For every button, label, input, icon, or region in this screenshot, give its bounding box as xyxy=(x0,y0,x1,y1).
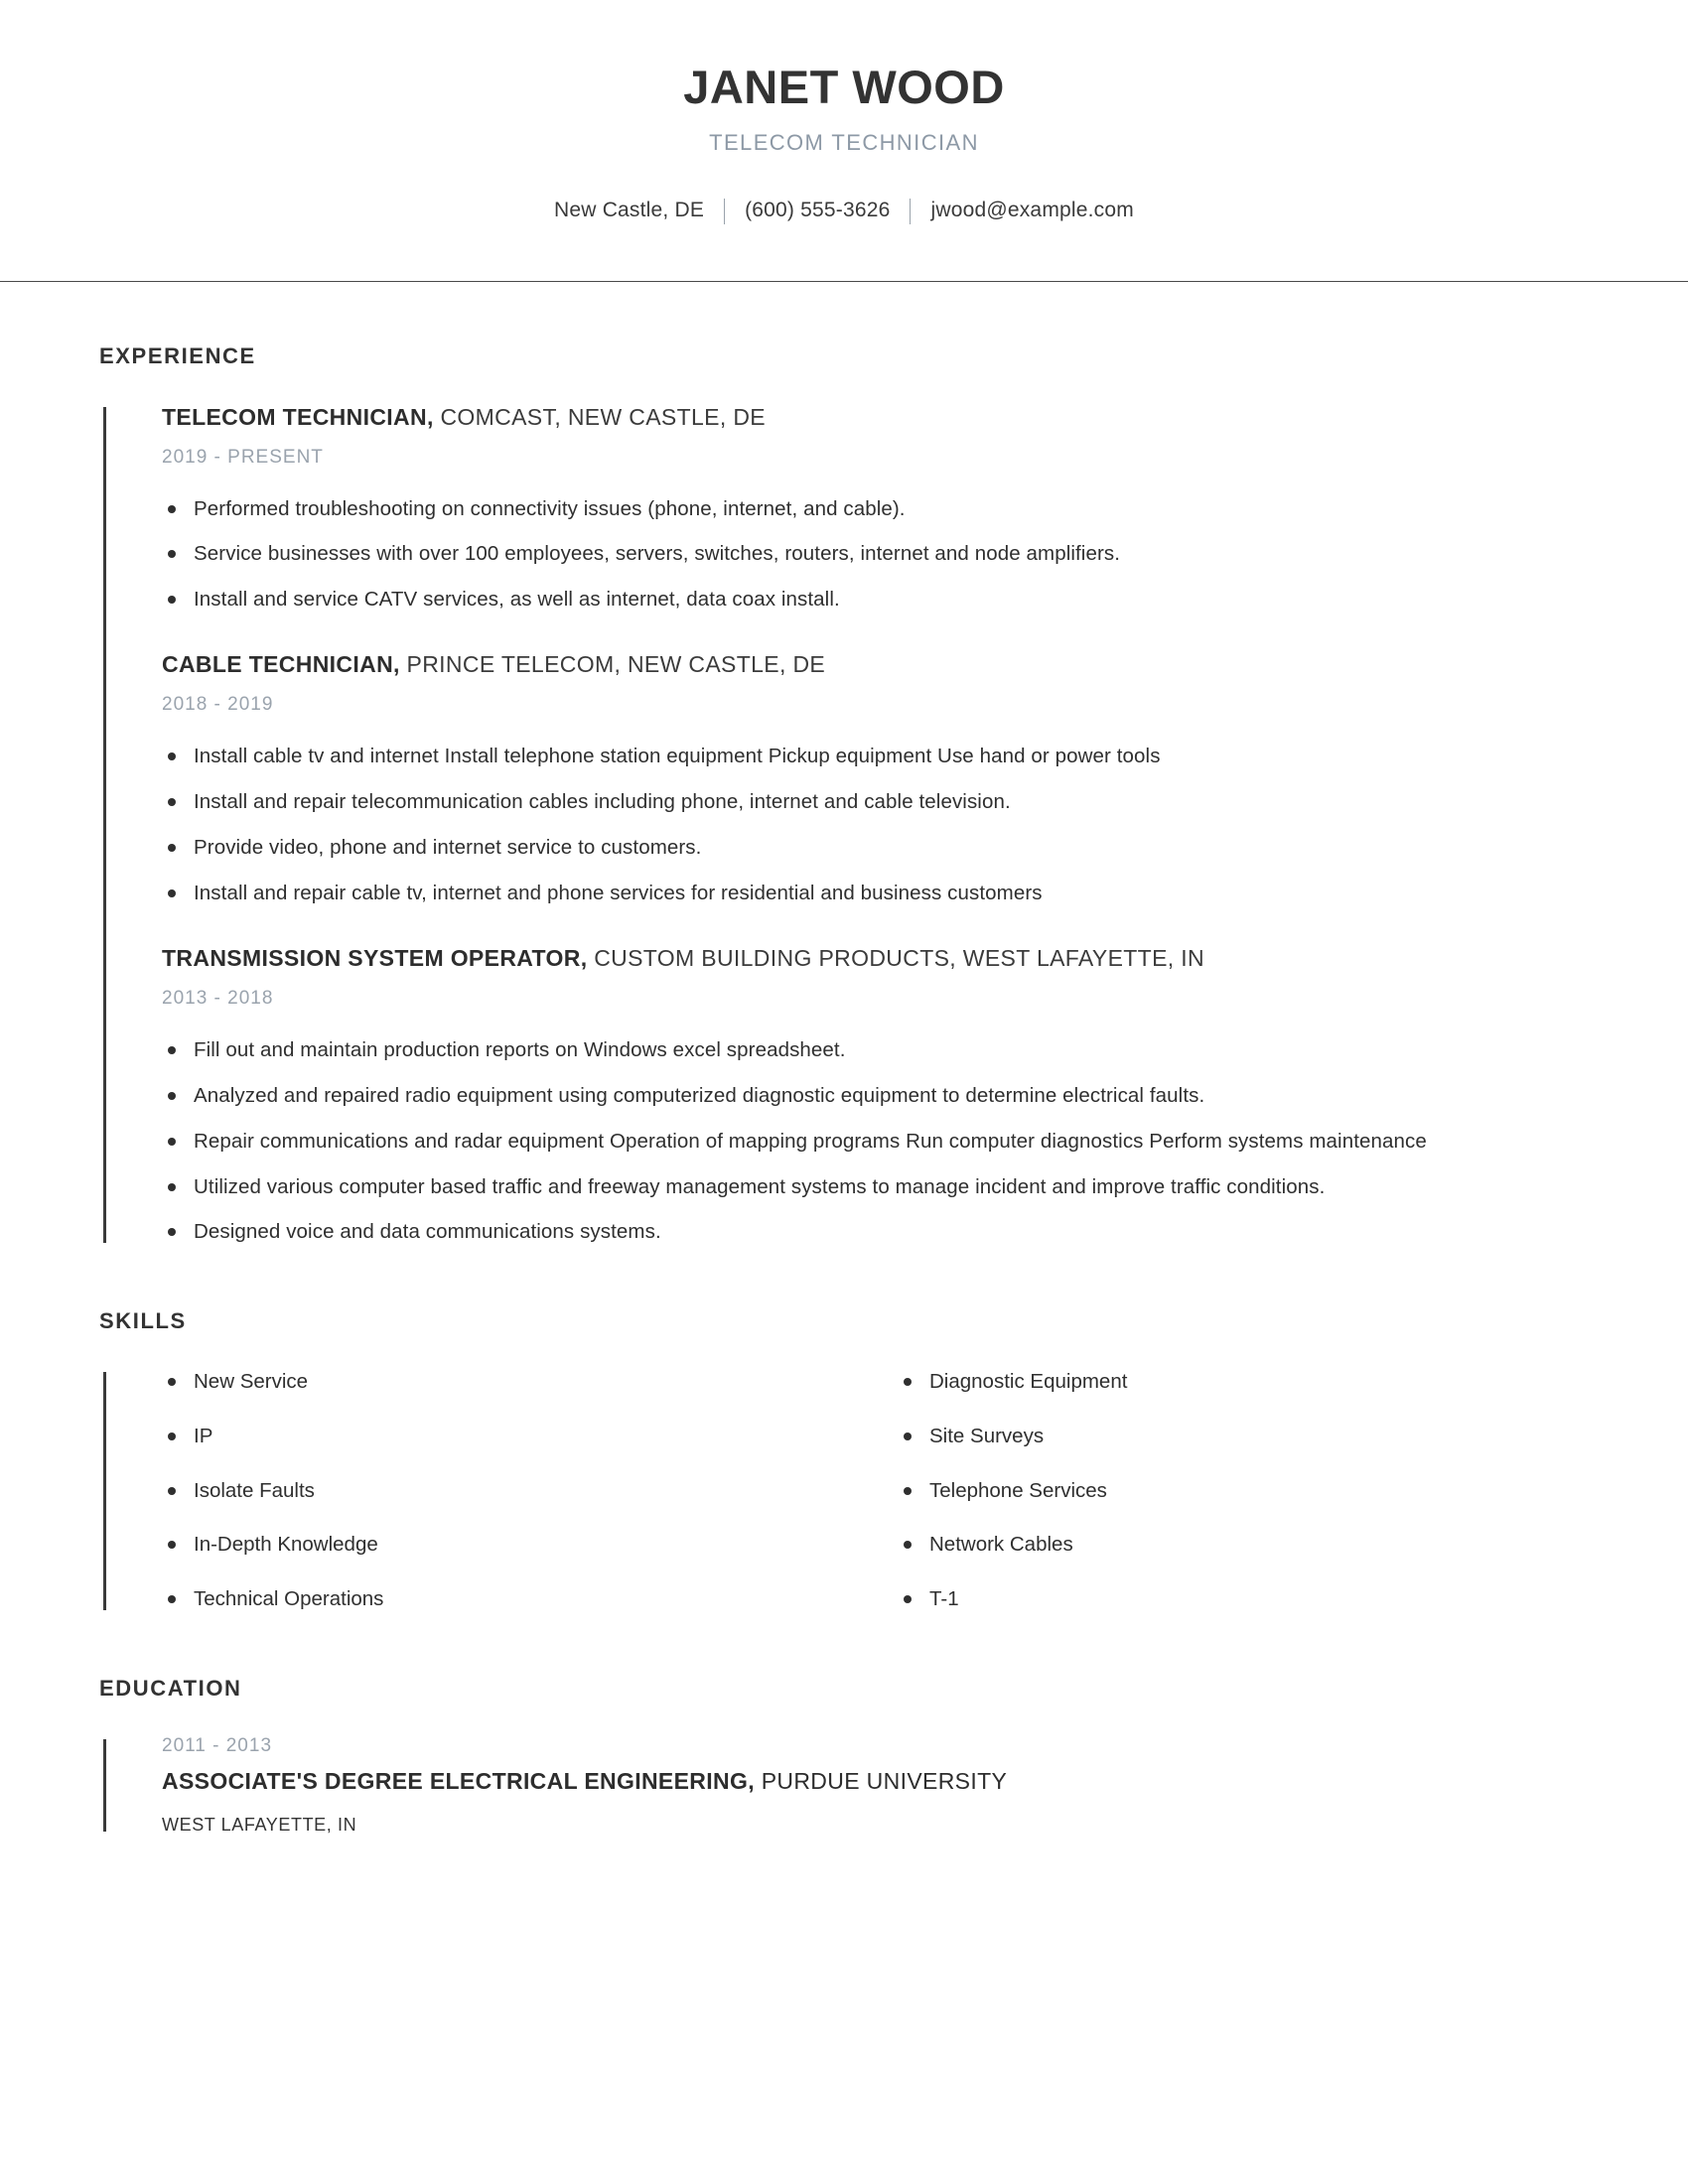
contact-phone[interactable]: (600) 555-3626 xyxy=(745,199,890,222)
section-title-experience: EXPERIENCE xyxy=(99,342,256,368)
skill-item: T-1 xyxy=(898,1585,1594,1614)
resume-header: JANET WOOD TELECOM TECHNICIAN New Castle… xyxy=(0,0,1688,282)
contact-line: New Castle, DE (600) 555-3626 jwood@exam… xyxy=(0,198,1688,224)
skill-item: Diagnostic Equipment xyxy=(898,1368,1594,1397)
job-org: COMCAST, NEW CASTLE, DE xyxy=(433,403,766,430)
skill-item: Telephone Services xyxy=(898,1477,1594,1506)
experience-group: TELECOM TECHNICIAN, COMCAST, NEW CASTLE,… xyxy=(99,403,1594,1248)
job-bullet: Repair communications and radar equipmen… xyxy=(162,1127,1594,1157)
job-role: TELECOM TECHNICIAN, xyxy=(162,403,434,430)
job-bullet: Install and repair telecommunication cab… xyxy=(162,787,1594,817)
job-bullet: Service businesses with over 100 employe… xyxy=(162,539,1594,569)
contact-separator-icon xyxy=(910,198,912,224)
section-skills: SKILLS New Service IP Isolate Faults In-… xyxy=(99,1308,1594,1613)
contact-location: New Castle, DE xyxy=(554,198,705,221)
experience-entry: TELECOM TECHNICIAN, COMCAST, NEW CASTLE,… xyxy=(162,403,1594,615)
contact-separator-icon xyxy=(724,198,726,224)
skill-item: IP xyxy=(162,1423,858,1451)
job-bullet: Install cable tv and internet Install te… xyxy=(162,742,1594,771)
job-bullet: Provide video, phone and internet servic… xyxy=(162,833,1594,863)
job-org: CUSTOM BUILDING PRODUCTS, WEST LAFAYETTE… xyxy=(587,944,1204,971)
education-heading: ASSOCIATE'S DEGREE ELECTRICAL ENGINEERIN… xyxy=(162,1767,1594,1797)
skill-item: Network Cables xyxy=(898,1531,1594,1560)
job-dates: 2019 - PRESENT xyxy=(162,446,324,468)
header-divider xyxy=(0,280,1688,282)
job-bullet: Fill out and maintain production reports… xyxy=(162,1035,1594,1065)
skills-grid: New Service IP Isolate Faults In-Depth K… xyxy=(162,1368,1594,1613)
job-bullet: Designed voice and data communications s… xyxy=(162,1217,1594,1247)
job-bullet-list: Install cable tv and internet Install te… xyxy=(162,742,1594,908)
contact-email[interactable]: jwood@example.com xyxy=(930,199,1133,222)
resume-body: EXPERIENCE TELECOM TECHNICIAN, COMCAST, … xyxy=(0,343,1688,1836)
education-entry: 2011 - 2013 ASSOCIATE'S DEGREE ELECTRICA… xyxy=(162,1735,1594,1836)
job-heading: TELECOM TECHNICIAN, COMCAST, NEW CASTLE,… xyxy=(162,403,1594,433)
job-org: PRINCE TELECOM, NEW CASTLE, DE xyxy=(399,651,826,678)
section-title-education: EDUCATION xyxy=(99,1675,242,1701)
experience-entry: TRANSMISSION SYSTEM OPERATOR, CUSTOM BUI… xyxy=(162,944,1594,1248)
job-bullet: Install and repair cable tv, internet an… xyxy=(162,879,1594,908)
candidate-name: JANET WOOD xyxy=(683,61,1005,113)
job-heading: TRANSMISSION SYSTEM OPERATOR, CUSTOM BUI… xyxy=(162,944,1594,974)
experience-entry: CABLE TECHNICIAN, PRINCE TELECOM, NEW CA… xyxy=(162,650,1594,908)
job-bullet: Performed troubleshooting on connectivit… xyxy=(162,494,1594,524)
resume-page: JANET WOOD TELECOM TECHNICIAN New Castle… xyxy=(0,0,1688,2184)
skill-item: Site Surveys xyxy=(898,1423,1594,1451)
education-school: PURDUE UNIVERSITY xyxy=(754,1767,1008,1794)
job-bullet-list: Fill out and maintain production reports… xyxy=(162,1035,1594,1248)
section-title-skills: SKILLS xyxy=(99,1308,187,1334)
job-bullet: Utilized various computer based traffic … xyxy=(162,1172,1594,1202)
skill-item: In-Depth Knowledge xyxy=(162,1531,858,1560)
skills-column-right: Diagnostic Equipment Site Surveys Teleph… xyxy=(898,1368,1594,1613)
job-dates: 2018 - 2019 xyxy=(162,694,274,716)
skills-column-left: New Service IP Isolate Faults In-Depth K… xyxy=(162,1368,858,1613)
skill-item: New Service xyxy=(162,1368,858,1397)
education-dates: 2011 - 2013 xyxy=(162,1734,273,1756)
job-dates: 2013 - 2018 xyxy=(162,987,274,1009)
candidate-job-title: TELECOM TECHNICIAN xyxy=(709,129,979,155)
job-bullet: Analyzed and repaired radio equipment us… xyxy=(162,1081,1594,1111)
skills-group: New Service IP Isolate Faults In-Depth K… xyxy=(99,1368,1594,1613)
education-group: 2011 - 2013 ASSOCIATE'S DEGREE ELECTRICA… xyxy=(99,1735,1594,1836)
skill-item: Isolate Faults xyxy=(162,1477,858,1506)
job-heading: CABLE TECHNICIAN, PRINCE TELECOM, NEW CA… xyxy=(162,650,1594,680)
education-location: WEST LAFAYETTE, IN xyxy=(162,1814,357,1835)
section-experience: EXPERIENCE TELECOM TECHNICIAN, COMCAST, … xyxy=(99,343,1594,1248)
job-bullet: Install and service CATV services, as we… xyxy=(162,585,1594,614)
skill-item: Technical Operations xyxy=(162,1585,858,1614)
education-degree: ASSOCIATE'S DEGREE ELECTRICAL ENGINEERIN… xyxy=(162,1767,755,1794)
job-bullet-list: Performed troubleshooting on connectivit… xyxy=(162,494,1594,615)
job-role: CABLE TECHNICIAN, xyxy=(162,651,400,678)
section-education: EDUCATION 2011 - 2013 ASSOCIATE'S DEGREE… xyxy=(99,1676,1594,1836)
job-role: TRANSMISSION SYSTEM OPERATOR, xyxy=(162,944,588,971)
